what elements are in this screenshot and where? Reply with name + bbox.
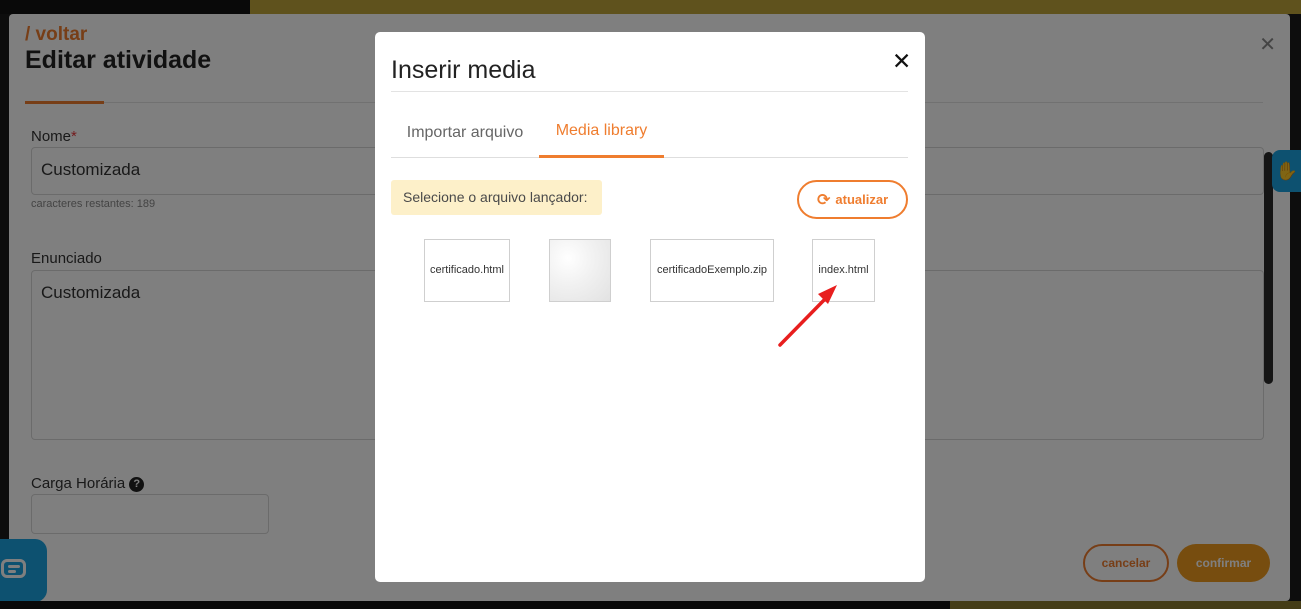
- annotation-arrow: [778, 285, 837, 347]
- insert-media-modal: Inserir media ✕ Importar arquivo Media l…: [375, 32, 925, 582]
